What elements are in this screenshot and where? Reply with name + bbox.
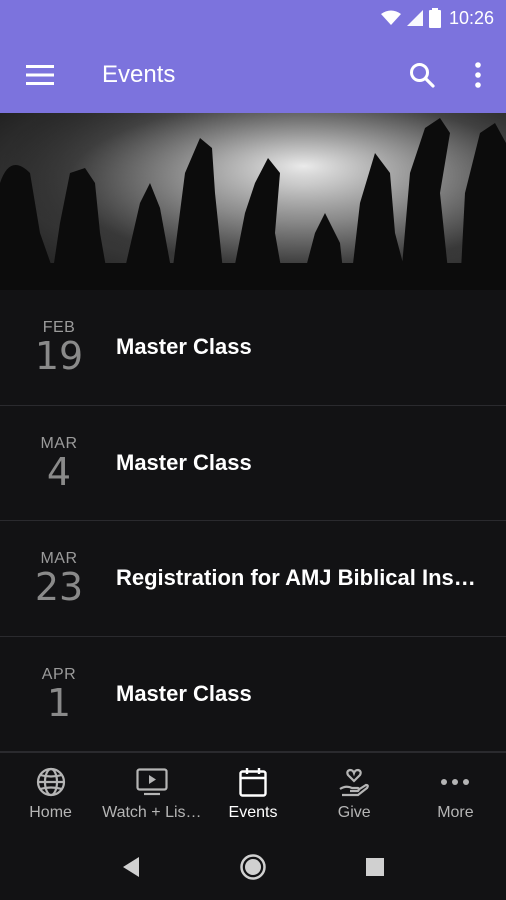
event-title: Master Class — [116, 449, 252, 475]
nav-label: Home — [29, 803, 72, 821]
event-row[interactable]: FEB 19 Master Class — [0, 290, 506, 406]
event-day: 4 — [46, 449, 72, 494]
globe-icon — [36, 766, 66, 798]
event-row[interactable]: MAR 23 Registration for AMJ Biblical Ins… — [0, 521, 506, 637]
event-date: MAR 4 — [0, 435, 116, 491]
nav-label: Give — [337, 803, 371, 821]
status-time: 10:26 — [448, 7, 494, 28]
status-bar: 10:26 — [0, 0, 506, 36]
hamburger-icon — [26, 64, 54, 85]
back-triangle-icon — [123, 857, 139, 877]
event-row[interactable]: APR 1 Master Class — [0, 636, 506, 752]
nav-item-watch-listen[interactable]: Watch + Lis… — [101, 753, 202, 834]
page-title: Events — [102, 60, 176, 88]
event-title: Registration for AMJ Biblical Ins… — [116, 565, 476, 591]
back-button[interactable] — [111, 847, 151, 887]
menu-button[interactable] — [0, 36, 80, 113]
more-horizontal-icon — [440, 766, 470, 798]
event-date: APR 1 — [0, 666, 116, 722]
event-day: 19 — [34, 334, 84, 379]
battery-icon — [428, 8, 441, 28]
nav-item-more[interactable]: More — [405, 753, 506, 834]
status-icons — [380, 8, 441, 28]
event-row[interactable]: MAR 4 Master Class — [0, 405, 506, 521]
home-circle-icon — [240, 854, 266, 880]
event-date: FEB 19 — [0, 319, 116, 375]
more-vertical-icon — [475, 61, 481, 88]
overflow-menu-button[interactable] — [450, 36, 506, 113]
recents-button[interactable] — [355, 847, 395, 887]
nav-label: Events — [228, 803, 278, 821]
app-bar: Events — [0, 36, 506, 113]
home-button[interactable] — [233, 847, 273, 887]
event-day: 23 — [34, 565, 84, 610]
system-navigation-bar — [0, 834, 506, 900]
search-icon — [410, 62, 435, 88]
event-title: Master Class — [116, 680, 252, 706]
event-title: Master Class — [116, 334, 252, 360]
wifi-icon — [380, 10, 401, 25]
bottom-navigation: Home Watch + Lis… Events Give More — [0, 752, 506, 834]
recents-square-icon — [366, 858, 384, 876]
nav-label: Watch + Lis… — [102, 803, 202, 821]
nav-item-home[interactable]: Home — [0, 753, 101, 834]
calendar-icon — [239, 766, 267, 798]
search-button[interactable] — [394, 36, 450, 113]
nav-item-events[interactable]: Events — [202, 753, 303, 834]
hero-banner-image — [0, 113, 506, 290]
nav-item-give[interactable]: Give — [304, 753, 405, 834]
hand-heart-icon — [338, 766, 370, 798]
nav-label: More — [437, 803, 474, 821]
event-list: FEB 19 Master Class MAR 4 Master Class M… — [0, 290, 506, 752]
video-play-icon — [136, 766, 168, 798]
cell-signal-icon — [406, 10, 423, 26]
event-day: 1 — [46, 680, 72, 725]
crowd-hands-illustration — [0, 113, 506, 290]
event-date: MAR 23 — [0, 550, 116, 606]
